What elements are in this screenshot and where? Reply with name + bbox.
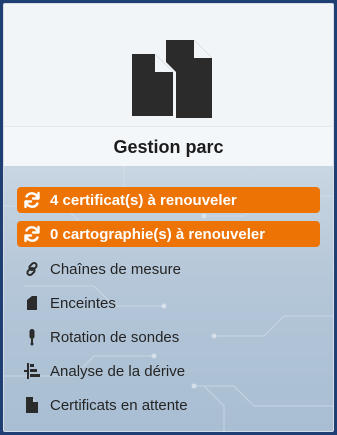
- drift-analysis-icon: [22, 361, 42, 381]
- card-body: 4 certificat(s) à renouveler 0 cartograp…: [4, 166, 333, 431]
- gestion-parc-card: Gestion parc 4 certificat(s) à renouvele…: [3, 3, 334, 432]
- menu-item-analyse-de-la-derive[interactable]: Analyse de la dérive: [17, 358, 320, 384]
- alert-label: 0 cartographie(s) à renouveler: [50, 225, 266, 243]
- copy-files-icon: [130, 40, 212, 118]
- menu-item-label: Analyse de la dérive: [50, 362, 186, 380]
- menu-item-rotation-de-sondes[interactable]: Rotation de sondes: [17, 324, 320, 350]
- menu-item-chaines-de-mesure[interactable]: Chaînes de mesure: [17, 256, 320, 282]
- alert-certificats[interactable]: 4 certificat(s) à renouveler: [17, 187, 320, 213]
- file-icon: [22, 395, 42, 415]
- menu-item-enceintes[interactable]: Enceintes: [17, 290, 320, 316]
- menu-item-label: Chaînes de mesure: [50, 260, 181, 278]
- alert-cartographies[interactable]: 0 cartographie(s) à renouveler: [17, 221, 320, 247]
- refresh-icon: [21, 190, 43, 210]
- card-header: Gestion parc: [4, 4, 333, 166]
- enclosure-icon: [22, 293, 42, 313]
- menu-item-label: Enceintes: [50, 294, 116, 312]
- refresh-icon: [21, 224, 43, 244]
- alert-label: 4 certificat(s) à renouveler: [50, 191, 237, 209]
- card-title: Gestion parc: [4, 126, 333, 166]
- probe-icon: [22, 327, 42, 347]
- menu-item-label: Certificats en attente: [50, 396, 188, 414]
- menu-item-certificats-en-attente[interactable]: Certificats en attente: [17, 392, 320, 418]
- link-icon: [22, 259, 42, 279]
- menu-item-label: Rotation de sondes: [50, 328, 180, 346]
